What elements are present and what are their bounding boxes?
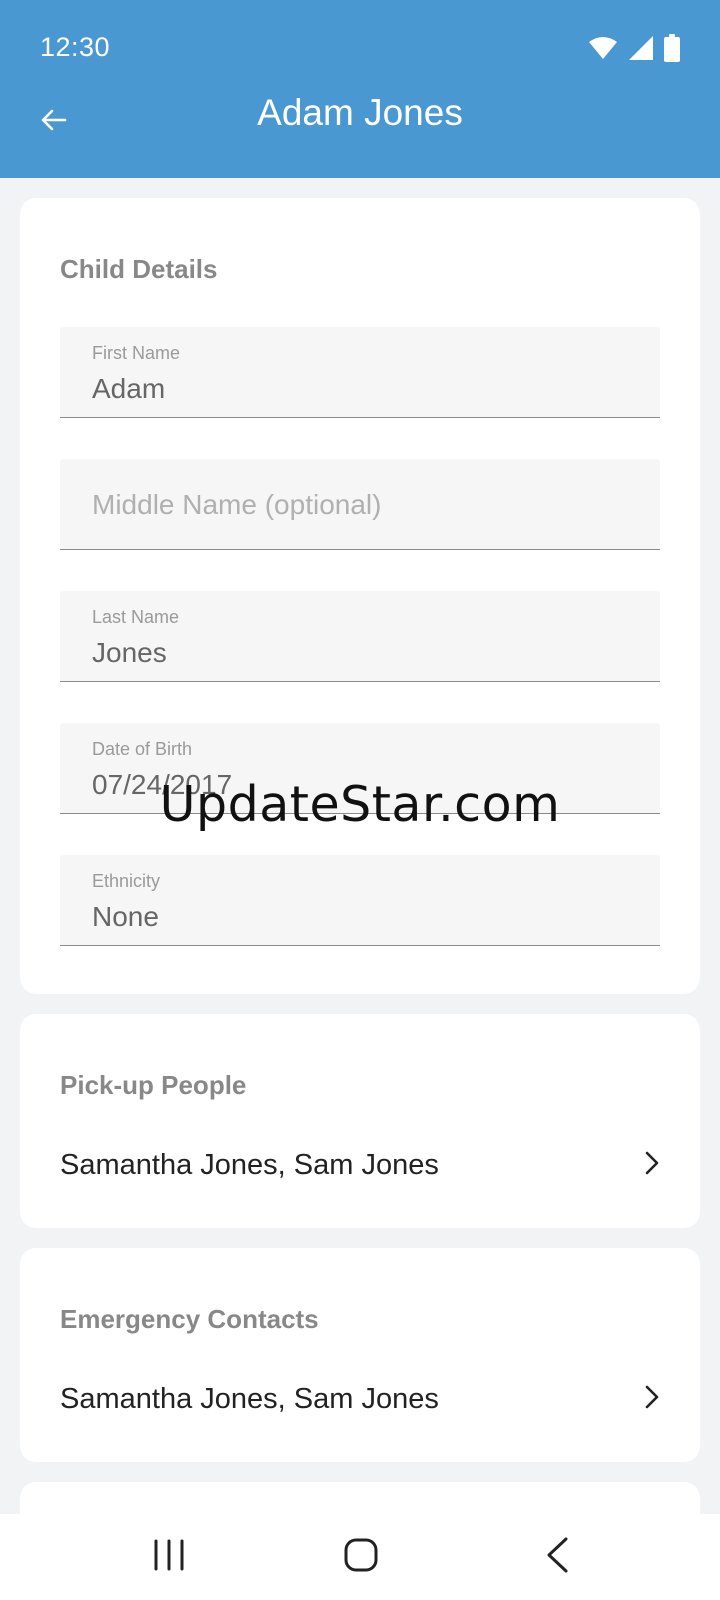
chevron-right-icon [644,1384,660,1415]
status-bar: 12:30 [0,0,720,96]
date-of-birth-value: 07/24/2017 [92,769,233,800]
main-content: Child Details First Name Adam Middle Nam… [20,198,700,1542]
pickup-people-title: Pick-up People [60,1070,247,1100]
home-icon [344,1538,378,1577]
ethnicity-field[interactable]: Ethnicity None [60,855,660,946]
first-name-label: First Name [92,343,181,363]
back-icon [545,1537,569,1578]
app-bar: 12:30 Adam Jones [0,0,720,178]
child-details-title: Child Details [60,254,218,284]
last-name-label: Last Name [92,607,180,627]
first-name-value: Adam [92,373,166,404]
signal-icon [628,35,654,61]
pickup-people-row[interactable]: Samantha Jones, Sam Jones [60,1149,660,1182]
system-back-button[interactable] [507,1514,607,1600]
pickup-people-value: Samantha Jones, Sam Jones [60,1149,439,1181]
pickup-people-card: Pick-up People Samantha Jones, Sam Jones [20,1014,700,1228]
ethnicity-label: Ethnicity [92,871,161,891]
page-title: Adam Jones [257,92,463,133]
first-name-field[interactable]: First Name Adam [60,327,660,418]
ethnicity-value: None [92,901,159,932]
chevron-right-icon [644,1150,660,1181]
emergency-contacts-card: Emergency Contacts Samantha Jones, Sam J… [20,1248,700,1462]
emergency-contacts-title: Emergency Contacts [60,1304,319,1334]
home-button[interactable] [311,1514,411,1600]
wifi-icon [588,36,618,60]
navigation-bar [0,1514,720,1600]
emergency-contacts-row[interactable]: Samantha Jones, Sam Jones [60,1383,660,1416]
recent-apps-icon [152,1539,186,1576]
date-of-birth-field[interactable]: Date of Birth 07/24/2017 [60,723,660,814]
child-details-card: Child Details First Name Adam Middle Nam… [20,198,700,994]
status-time: 12:30 [40,32,111,62]
recent-apps-button[interactable] [119,1514,219,1600]
emergency-contacts-value: Samantha Jones, Sam Jones [60,1383,439,1415]
middle-name-field[interactable]: Middle Name (optional) [60,459,660,550]
battery-icon [664,34,680,62]
middle-name-placeholder: Middle Name (optional) [92,489,382,520]
last-name-value: Jones [92,637,167,668]
status-icons [588,34,680,62]
last-name-field[interactable]: Last Name Jones [60,591,660,682]
date-of-birth-label: Date of Birth [92,739,193,759]
